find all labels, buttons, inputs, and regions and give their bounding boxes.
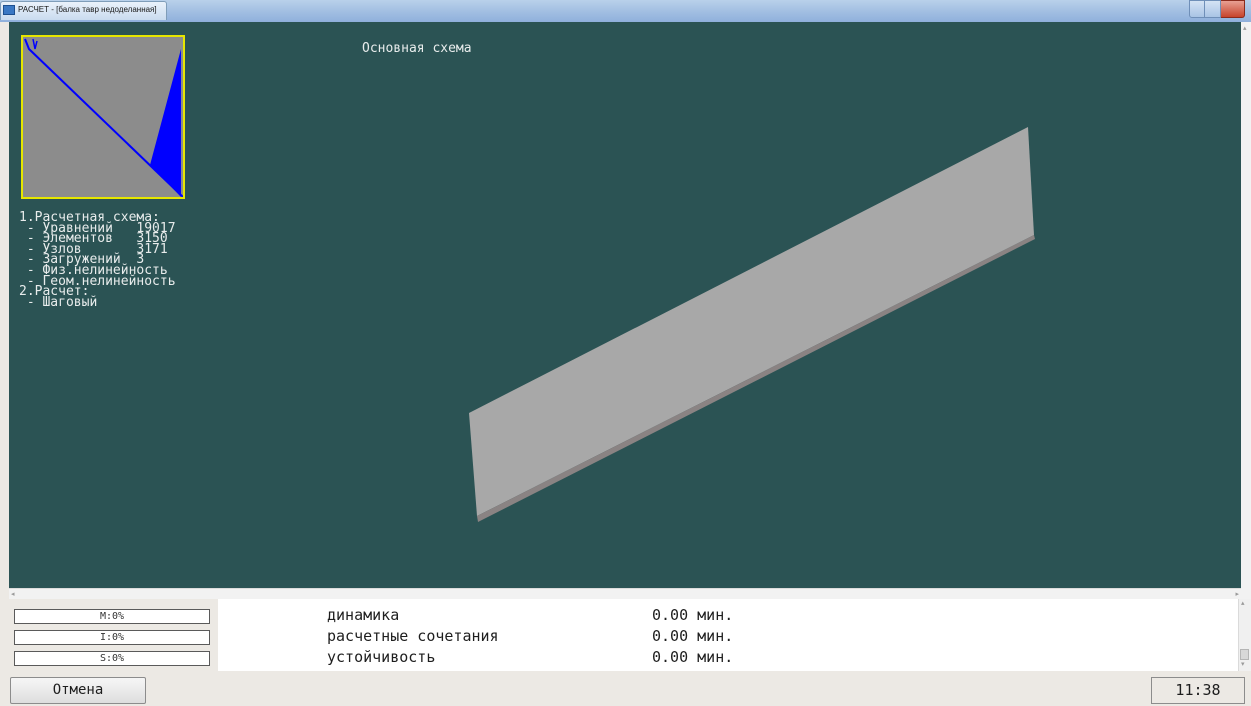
overview-filled-region bbox=[150, 49, 181, 197]
schema-title: Основная схема bbox=[362, 41, 472, 56]
cancel-button[interactable]: Отмена bbox=[10, 677, 146, 704]
log-step-time: 0.00 мин. bbox=[652, 627, 734, 645]
info-line-step: - Шаговый bbox=[19, 294, 98, 310]
overview-corner-marks bbox=[32, 38, 38, 50]
scroll-right-icon[interactable]: ▸ bbox=[1235, 590, 1239, 598]
progress-log: динамика 0.00 мин. расчетные сочетания 0… bbox=[218, 599, 1238, 671]
beam-web bbox=[469, 127, 1034, 516]
maximize-button[interactable] bbox=[1205, 0, 1221, 18]
log-step-name: устойчивость bbox=[327, 648, 436, 666]
overview-diagonal-line bbox=[24, 38, 183, 197]
scroll-left-icon[interactable]: ◂ bbox=[11, 590, 15, 598]
log-step-time: 0.00 мин. bbox=[652, 606, 734, 624]
calculation-info: 1.Расчетная схема: - Уравнений 19017 - Э… bbox=[19, 211, 176, 310]
scroll-up-icon[interactable]: ▴ bbox=[1243, 24, 1247, 32]
elapsed-clock: 11:38 bbox=[1151, 677, 1245, 704]
title-bar: РАСЧЕТ - [балка тавр недоделанная] bbox=[0, 0, 1251, 22]
s-status: S:0% bbox=[14, 651, 210, 666]
log-scroll-down-icon[interactable]: ▾ bbox=[1241, 660, 1245, 668]
log-row: устойчивость 0.00 мин. bbox=[218, 648, 1238, 667]
log-step-name: динамика bbox=[327, 606, 400, 624]
window-title: РАСЧЕТ - [балка тавр недоделанная] bbox=[18, 5, 157, 14]
memory-status: M:0% bbox=[14, 609, 210, 624]
app-icon bbox=[3, 5, 15, 15]
window-controls bbox=[1189, 0, 1245, 18]
log-step-name: расчетные сочетания bbox=[327, 627, 499, 645]
bottom-panel: M:0% I:0% S:0% динамика 0.00 мин. расчет… bbox=[0, 599, 1251, 706]
minimize-button[interactable] bbox=[1189, 0, 1206, 18]
log-scroll-thumb[interactable] bbox=[1240, 649, 1249, 660]
overview-thumbnail[interactable] bbox=[21, 35, 185, 199]
vertical-scrollbar[interactable]: ▴ bbox=[1241, 22, 1251, 599]
beam-model-3d[interactable] bbox=[460, 120, 1050, 530]
overview-plot bbox=[24, 38, 183, 197]
log-scroll-up-icon[interactable]: ▴ bbox=[1241, 599, 1245, 607]
log-step-time: 0.00 мин. bbox=[652, 648, 734, 666]
log-scrollbar[interactable]: ▴ ▾ bbox=[1238, 599, 1251, 671]
log-row: расчетные сочетания 0.00 мин. bbox=[218, 627, 1238, 646]
i-status: I:0% bbox=[14, 630, 210, 645]
log-row: динамика 0.00 мин. bbox=[218, 606, 1238, 625]
close-button[interactable] bbox=[1220, 0, 1245, 18]
